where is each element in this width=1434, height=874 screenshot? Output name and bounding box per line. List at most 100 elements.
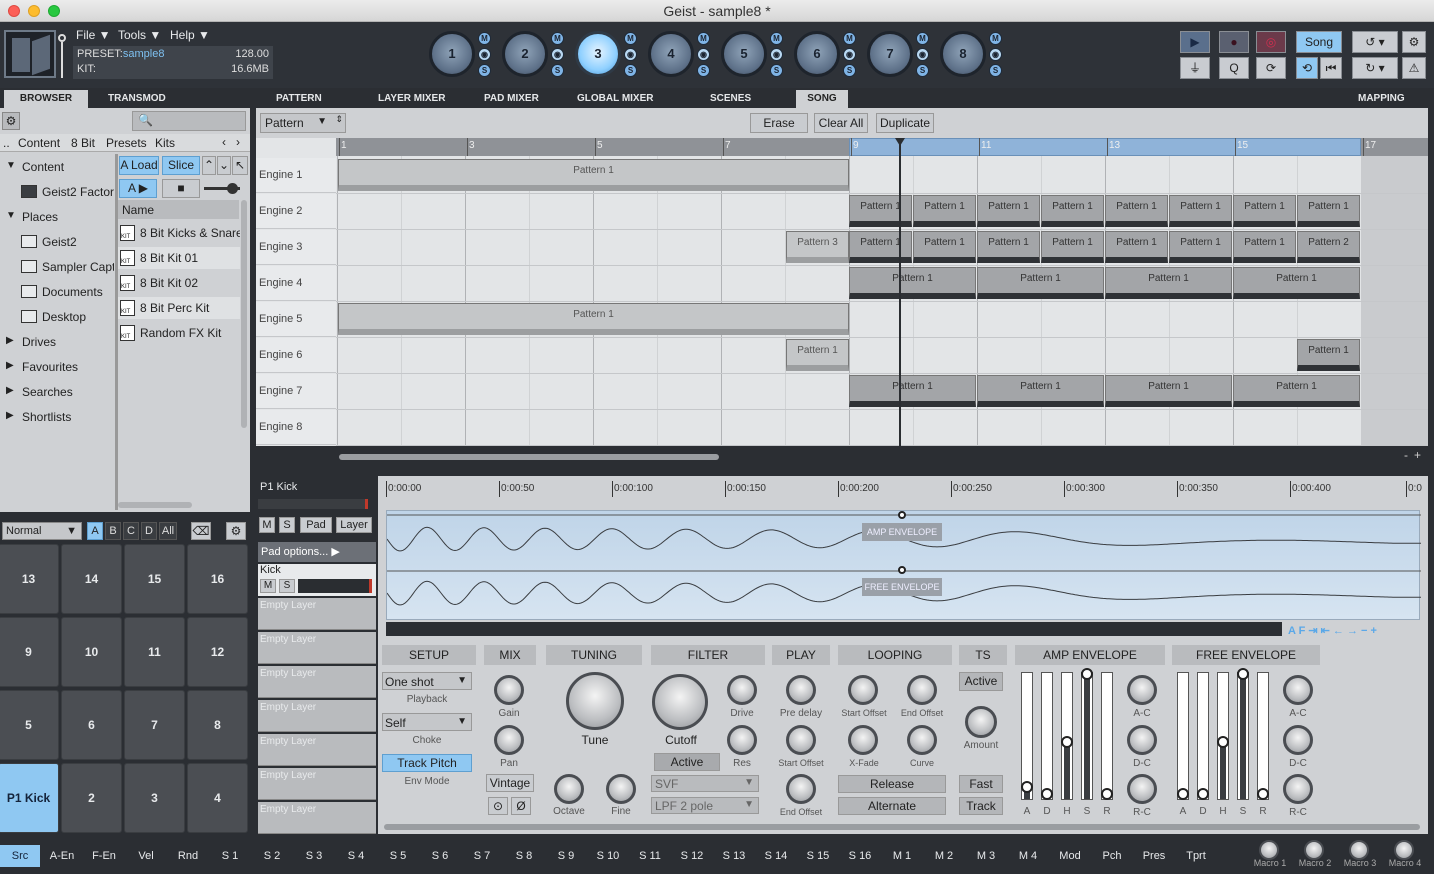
pad-settings-button[interactable]: ⚙ [226,522,246,540]
mod-tab-s-15[interactable]: S 15 [798,845,838,867]
macro-4-knob[interactable] [1394,840,1414,860]
pattern-block[interactable]: Pattern 1 [1169,231,1232,263]
engine-row-label[interactable]: Engine 2 [256,194,336,229]
engine-row-label[interactable]: Engine 6 [256,338,336,373]
choke-select[interactable]: Self ▼ [382,713,472,731]
engine-row-label[interactable]: Engine 8 [256,410,336,445]
loop-start-offset-knob[interactable] [848,675,878,705]
engine-5-mute-button[interactable]: M [770,32,783,45]
tree-expand-icon[interactable]: ▶ [6,385,14,396]
layer-view-button[interactable]: Layer [336,517,372,533]
overdub-button[interactable]: ◎ [1256,31,1286,53]
mod-tab-s-8[interactable]: S 8 [504,845,544,867]
engine-3-power-icon[interactable]: ◉ [624,48,637,61]
free-r-slider[interactable] [1257,672,1269,800]
pad-12[interactable]: 12 [187,617,248,687]
pattern-block[interactable]: Pattern 1 [1105,195,1168,227]
redo-button[interactable]: ↻ ▾ [1352,57,1398,79]
macro-1-knob[interactable] [1259,840,1279,860]
mod-tab-s-11[interactable]: S 11 [630,845,670,867]
free-d-handle[interactable] [1197,788,1209,800]
file-list-item[interactable]: KIT Random FX Kit [118,322,240,344]
engine-row-label[interactable]: Engine 4 [256,266,336,301]
tempo-value[interactable]: 128.00 [235,48,269,60]
engine-row-label[interactable]: Engine 1 [256,158,336,193]
pattern-block[interactable]: Pattern 1 [977,195,1040,227]
mod-tab-s-3[interactable]: S 3 [294,845,334,867]
amp-d-handle[interactable] [1041,788,1053,800]
amp-envelope-hold-handle[interactable] [898,511,906,519]
engine-8-solo-button[interactable]: S [989,64,1002,77]
mod-tab-m-3[interactable]: M 3 [966,845,1006,867]
mod-tab-s-7[interactable]: S 7 [462,845,502,867]
tree-item[interactable]: Sampler Capture [42,260,114,274]
mod-tab-s-1[interactable]: S 1 [210,845,250,867]
empty-layer-slot[interactable]: Empty Layer [258,768,376,800]
engine-4-power-icon[interactable]: ◉ [697,48,710,61]
amp-d-slider[interactable] [1041,672,1053,800]
engine-2-solo-button[interactable]: S [551,64,564,77]
metronome-button[interactable]: ⏚ [1180,57,1210,79]
engine-7-power-icon[interactable]: ◉ [916,48,929,61]
forward-arrow-icon[interactable]: › [236,135,240,149]
song-horizontal-scrollbar[interactable] [339,454,719,460]
pattern-block[interactable]: Pattern 1 [849,267,976,299]
file-list-item[interactable]: KIT 8 Bit Perc Kit [118,297,240,319]
engine-2-knob[interactable]: 2 [502,31,548,77]
mod-tab-s-9[interactable]: S 9 [546,845,586,867]
mod-tab-s-4[interactable]: S 4 [336,845,376,867]
mod-tab-m-1[interactable]: M 1 [882,845,922,867]
pad-solo-button[interactable]: S [279,517,295,533]
pattern-block[interactable]: Pattern 1 [1297,339,1360,371]
mod-tab-rnd[interactable]: Rnd [168,845,208,867]
pad-5[interactable]: 5 [0,690,59,760]
tree-item[interactable]: Shortlists [22,410,114,424]
mod-tab-src[interactable]: Src [0,845,40,867]
waveform-zoom-controls[interactable]: A F ⇥ ⇤ ← → − + [1288,624,1377,637]
tree-expand-icon[interactable]: ▶ [6,360,14,371]
preset-name[interactable]: sample8 [123,48,165,60]
pre-delay-knob[interactable] [786,675,816,705]
pad-9[interactable]: 9 [0,617,59,687]
engine-3-solo-button[interactable]: S [624,64,637,77]
free-h-handle[interactable] [1217,736,1229,748]
free-s-slider[interactable] [1237,672,1249,800]
audition-button[interactable]: A ▶ [119,179,157,198]
pattern-select[interactable]: Pattern ▼ ⇕ [260,113,346,133]
free-a-handle[interactable] [1177,788,1189,800]
engine-8-knob[interactable]: 8 [940,31,986,77]
pad-8[interactable]: 8 [187,690,248,760]
empty-layer-slot[interactable]: Empty Layer [258,632,376,664]
mod-tab-s-14[interactable]: S 14 [756,845,796,867]
engine-1-solo-button[interactable]: S [478,64,491,77]
engine-1-knob[interactable]: 1 [429,31,475,77]
mod-tab-vel[interactable]: Vel [126,845,166,867]
mod-tab-s-6[interactable]: S 6 [420,845,460,867]
pattern-block[interactable]: Pattern 1 [913,195,976,227]
ts-amount-knob[interactable] [965,706,997,738]
pattern-block[interactable]: Pattern 1 [1233,267,1360,299]
ts-active-button[interactable]: Active [959,672,1003,691]
collapse-button[interactable]: ↖ [232,156,248,175]
tab-transmod[interactable]: TRANSMOD [108,90,166,108]
engine-6-mute-button[interactable]: M [843,32,856,45]
pattern-block[interactable]: Pattern 1 [338,303,849,335]
pad-view-button[interactable]: Pad [300,517,332,533]
pattern-block[interactable]: Pattern 1 [1041,231,1104,263]
play-end-offset-knob[interactable] [786,774,816,804]
gain-knob[interactable] [494,675,524,705]
pan-knob[interactable] [494,725,524,755]
layer-kick[interactable]: Kick M S [258,564,376,596]
file-list-item[interactable]: KIT 8 Bit Kit 01 [118,247,240,269]
close-window-button[interactable] [8,5,20,17]
pad-16[interactable]: 16 [187,544,248,614]
pad-mode-select[interactable]: Normal ▼ [2,522,82,540]
engine-2-power-icon[interactable]: ◉ [551,48,564,61]
track-pitch-button[interactable]: Track Pitch [382,754,472,772]
release-button[interactable]: Release [838,775,946,793]
playhead[interactable] [899,138,901,446]
tree-expand-icon[interactable]: ▶ [6,410,14,421]
engine-2-mute-button[interactable]: M [551,32,564,45]
pad-13[interactable]: 13 [0,544,59,614]
pattern-block[interactable]: Pattern 2 [1297,231,1360,263]
